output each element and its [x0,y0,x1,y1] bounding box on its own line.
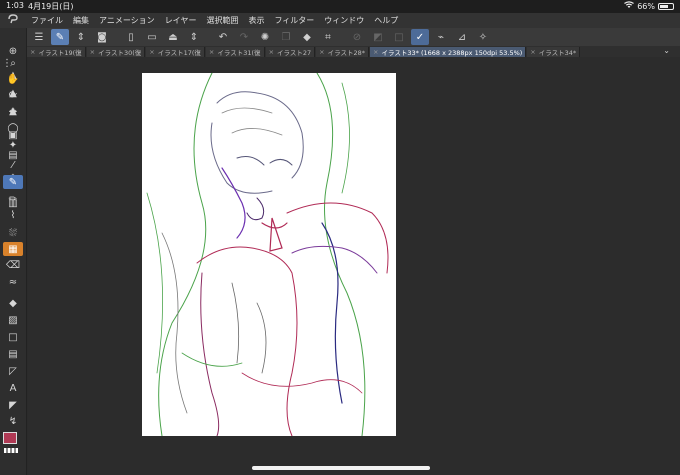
deselect-icon[interactable]: ⊘ [348,29,366,45]
ruler-tool-icon[interactable]: ◸ [3,364,23,378]
menu-window[interactable]: ウィンドウ [319,15,369,26]
tab-label: イラスト33* (1668 x 2388px 150dpi 53.5%) [381,48,523,57]
battery-icon [658,2,674,10]
document-tab[interactable]: × イラスト27 [265,46,316,57]
hamburger-menu-icon[interactable]: ☰ [30,29,48,45]
battery-percent: 66% [637,1,655,11]
brush-mode-icon[interactable]: ✎ [51,29,69,45]
sort-arrows-icon[interactable]: ⇕ [72,29,90,45]
document-tab[interactable]: × イラスト17(復 [146,46,205,57]
brush-tool-icon[interactable]: ⌇ [3,208,23,222]
save-icon[interactable]: ⏏ [164,29,182,45]
loading-icon[interactable]: ✺ [256,29,274,45]
wifi-icon [624,1,635,11]
pen-tool-icon[interactable]: ✎ [3,175,23,189]
correct-line-tool-icon[interactable]: ↯ [3,414,23,428]
tab-label: イラスト31(復 [217,48,261,57]
document-tab[interactable]: × イラスト34* [527,46,581,57]
document-tab[interactable]: × イラスト30(復 [86,46,146,57]
close-icon[interactable]: × [530,48,535,56]
rotate-icon[interactable]: ⟳ [3,88,23,102]
move-icon[interactable]: ✥ [3,105,23,119]
document-tab[interactable]: × イラスト28* [316,46,370,57]
frame-tool-icon[interactable]: ▤ [3,347,23,361]
close-icon[interactable]: × [90,48,95,56]
close-icon[interactable]: × [30,48,35,56]
document-tab-active[interactable]: × イラスト33* (1668 x 2388px 150dpi 53.5%) [370,46,527,57]
pencil-tool-icon[interactable]: ✏ [3,192,23,206]
menu-animation[interactable]: アニメーション [94,15,160,26]
main-color-swatch[interactable] [3,432,17,444]
redo-icon[interactable]: ↷ [235,29,253,45]
balloon-tool-icon[interactable]: ◤ [3,398,23,412]
wand-icon[interactable]: ✦ [3,138,23,152]
document-tab[interactable]: × イラスト19(復 [27,46,86,57]
close-icon[interactable]: × [373,48,378,56]
menu-selection[interactable]: 選択範囲 [201,15,243,26]
search-icon[interactable]: ⌕ [3,56,23,70]
ruler-icon[interactable]: ⊿ [453,29,471,45]
selection-border-icon[interactable]: □ [390,29,408,45]
battery-fill [660,4,668,8]
menu-filter[interactable]: フィルター [269,15,319,26]
hand-icon[interactable]: ✋ [3,72,23,86]
checkmark-icon[interactable]: ✓ [411,29,429,45]
eraser-tool-icon[interactable]: ⌫ [3,258,23,272]
tab-label: イラスト30(復 [98,48,142,57]
status-bar: 1:03 4月19日(日) 66% [0,0,680,13]
close-icon[interactable]: × [269,48,274,56]
tab-label: イラスト34* [538,48,577,57]
eyedropper-icon[interactable]: ⁄ [3,158,23,172]
tab-label: イラスト19(復 [38,48,82,57]
status-time: 1:03 [6,1,24,10]
status-date: 4月19日(日) [28,2,74,11]
sketch-artwork [146,73,389,436]
new-file-icon[interactable]: ▯ [122,29,140,45]
history-arrows-icon[interactable]: ⇕ [185,29,203,45]
status-right: 66% [624,1,674,11]
tab-label: イラスト17(復 [157,48,201,57]
home-indicator[interactable] [252,466,430,470]
menu-file[interactable]: ファイル [26,15,68,26]
tab-label: イラスト27 [277,48,312,57]
clip-studio-logo-icon[interactable] [0,14,26,27]
undo-icon[interactable]: ↶ [214,29,232,45]
fill-tool-icon[interactable]: ◆ [3,296,23,310]
document-tab[interactable]: × イラスト31(復 [205,46,265,57]
camera-icon[interactable]: ◙ [93,29,111,45]
brush-stroke-icon[interactable]: ⌁ [432,29,450,45]
magic-wand-icon[interactable]: ✧ [474,29,492,45]
blend-tool-icon[interactable]: ≈ [3,275,23,289]
command-bar: ☰ ✎ ⇕ ◙ ▯ ▭ ⏏ ⇕ ↶ ↷ ✺ ❐ ◆ ⌗ ⊘ ◩ □ ✓ ⌁ ⊿ … [0,28,680,46]
tab-label: イラスト28* [327,48,366,57]
close-icon[interactable]: × [319,48,324,56]
airbrush-tool-icon[interactable]: ⛆ [3,226,23,240]
decoration-tool-icon[interactable]: ▦ [3,242,23,256]
menu-help[interactable]: ヘルプ [369,15,403,26]
figure-tool-icon[interactable]: □ [3,330,23,344]
menu-layer[interactable]: レイヤー [160,15,202,26]
open-folder-icon[interactable]: ▭ [143,29,161,45]
gradient-tool-icon[interactable]: ▨ [3,313,23,327]
chevron-down-icon[interactable]: ⌄ [663,46,670,55]
crop-icon[interactable]: ⌗ [319,29,337,45]
menu-edit[interactable]: 編集 [68,15,94,26]
transparent-color-swatch[interactable] [4,448,18,453]
menu-bar: ファイル 編集 アニメーション レイヤー 選択範囲 表示 フィルター ウィンドウ… [0,13,680,28]
copy-icon[interactable]: ❐ [277,29,295,45]
menu-view[interactable]: 表示 [243,15,269,26]
invert-selection-icon[interactable]: ◩ [369,29,387,45]
close-icon[interactable]: × [209,48,214,56]
fill-bucket-icon[interactable]: ◆ [298,29,316,45]
text-tool-icon[interactable]: A [3,381,23,395]
document-tab-bar: × イラスト19(復 × イラスト30(復 × イラスト17(復 × イラスト31(復 … [27,46,680,57]
lasso-icon[interactable]: ◯ [3,121,23,135]
close-icon[interactable]: × [149,48,154,56]
